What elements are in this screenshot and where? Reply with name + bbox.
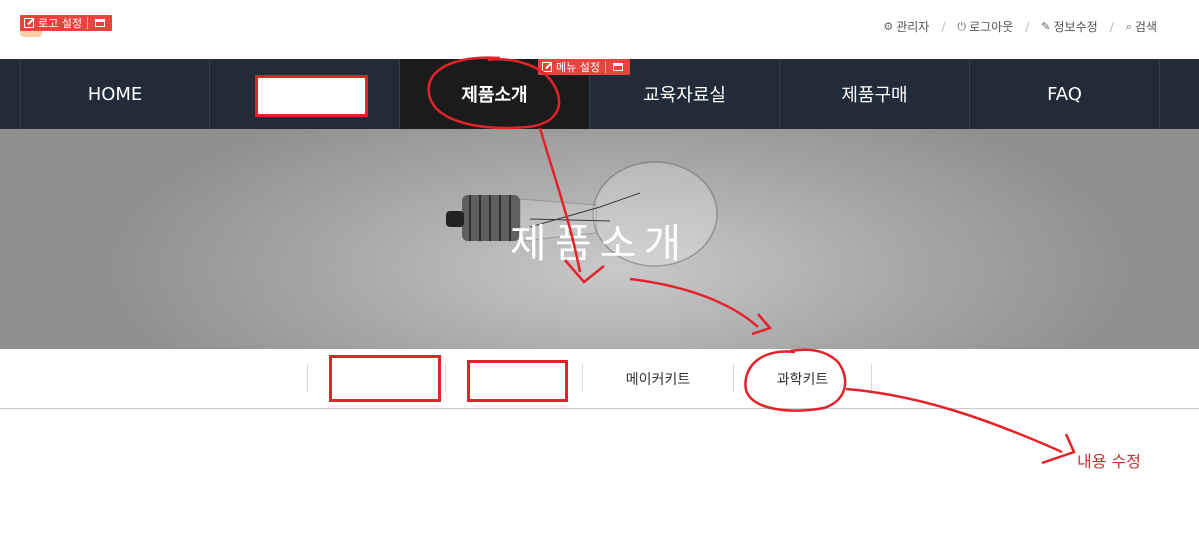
hero-title: 제품소개 — [509, 221, 690, 267]
menu-settings-label: 메뉴 설정 — [556, 61, 600, 74]
top-bar: CLE 로고 설정 ⚙ 관리자 / ⏻ 로그아웃 / ✎ — [0, 0, 1199, 59]
logo-settings-bar: 로고 설정 — [20, 15, 112, 31]
edit-icon: ✎ — [1041, 20, 1051, 33]
annotation-note: 내용 수정 — [1077, 452, 1141, 471]
edit-icon — [542, 62, 552, 72]
separator: / — [1025, 19, 1030, 34]
window-icon — [612, 63, 623, 71]
menu-window-button[interactable] — [606, 59, 630, 75]
sub-nav-item-science-kit[interactable]: 과학키트 — [734, 349, 871, 409]
logout-link[interactable]: ⏻ 로그아웃 — [957, 18, 1013, 35]
logo-settings-label: 로고 설정 — [38, 17, 82, 30]
sub-nav: 메이커키트 과학키트 — [0, 349, 1199, 409]
logo-window-button[interactable] — [88, 15, 112, 31]
nav-item-label: 제품소개 — [461, 85, 528, 106]
redaction-box — [467, 360, 568, 402]
nav-item-label: FAQ — [1047, 83, 1082, 105]
nav-item-label: HOME — [87, 83, 143, 105]
redaction-box — [255, 75, 368, 117]
sub-nav-label: 과학키트 — [776, 372, 829, 388]
utility-links: ⚙ 관리자 / ⏻ 로그아웃 / ✎ 정보수정 / ⌕ 검색 — [883, 18, 1157, 35]
redaction-box — [329, 355, 441, 402]
logo-settings-button[interactable]: 로고 설정 — [20, 15, 87, 31]
arrowhead — [1041, 433, 1076, 465]
page: CLE 로고 설정 ⚙ 관리자 / ⏻ 로그아웃 / ✎ — [0, 0, 1199, 560]
divider — [871, 364, 872, 392]
edit-icon — [24, 18, 34, 28]
menu-settings-button[interactable]: 메뉴 설정 — [538, 59, 605, 75]
hero-banner: 제품소개 — [0, 129, 1199, 349]
sub-nav-label: 메이커키트 — [625, 372, 691, 388]
logout-link-label: 로그아웃 — [969, 20, 1014, 34]
separator: / — [941, 19, 946, 34]
nav-item-home[interactable]: HOME — [20, 59, 210, 129]
admin-link-label: 관리자 — [896, 20, 930, 34]
search-link[interactable]: ⌕ 검색 — [1126, 18, 1157, 35]
menu-settings-bar: 메뉴 설정 — [538, 59, 630, 75]
power-icon: ⏻ — [957, 19, 967, 33]
nav-item-label: 교육자료실 — [643, 85, 726, 106]
separator: / — [1109, 19, 1114, 34]
gear-icon: ⚙ — [883, 20, 894, 33]
edit-profile-link[interactable]: ✎ 정보수정 — [1041, 18, 1097, 35]
nav-item-label: 제품구매 — [841, 85, 908, 106]
admin-link[interactable]: ⚙ 관리자 — [883, 18, 929, 35]
nav-item-purchase[interactable]: 제품구매 — [780, 59, 970, 129]
window-icon — [94, 19, 105, 27]
sub-nav-item-maker-kit[interactable]: 메이커키트 — [583, 349, 733, 409]
search-icon: ⌕ — [1125, 19, 1132, 33]
nav-item-faq[interactable]: FAQ — [970, 59, 1160, 129]
edit-profile-link-label: 정보수정 — [1053, 20, 1098, 34]
search-link-label: 검색 — [1134, 20, 1157, 34]
